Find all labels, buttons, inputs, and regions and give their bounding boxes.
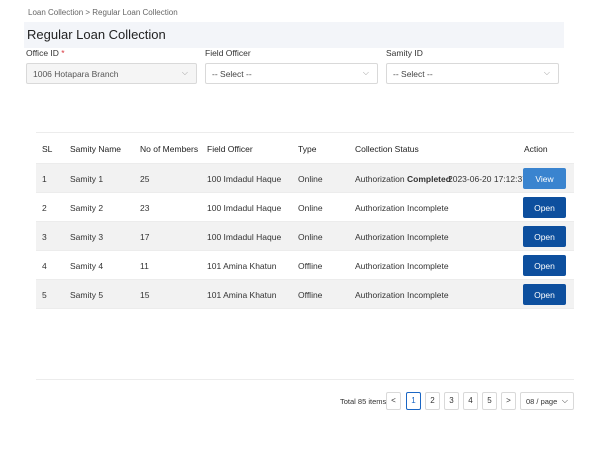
cell-members: 17 [140,232,150,242]
status-prefix: Authorization [355,174,405,184]
samity-id-select[interactable]: -- Select -- ⌵ [386,63,559,84]
cell-samity-name: Samity 2 [70,203,104,213]
page-header: Regular Loan Collection [24,22,564,48]
samity-id-label: Samity ID [386,48,423,58]
chevron-down-icon: ⌵ [362,68,369,77]
cell-type: Online [298,203,323,213]
table-header: SL Samity Name No of Members Field Offic… [36,132,574,164]
samity-table: SL Samity Name No of Members Field Offic… [36,132,574,309]
total-items: Total 85 items [340,397,387,406]
field-officer-label: Field Officer [205,48,251,58]
samity-id-value: -- Select -- [393,69,433,79]
page-size-select[interactable]: 08 / page ⌵ [520,392,574,410]
page-3-button[interactable]: 3 [444,392,459,410]
header-samity-name: Samity Name [70,144,122,154]
cell-field-officer: 100 Imdadul Haque [207,203,282,213]
status-word: Incomplete [407,203,449,213]
status-prefix: Authorization [355,290,405,300]
cell-sl: 3 [42,232,47,242]
field-officer-select[interactable]: -- Select -- ⌵ [205,63,378,84]
cell-type: Online [298,174,323,184]
cell-members: 25 [140,174,150,184]
cell-type: Offline [298,261,323,271]
cell-sl: 5 [42,290,47,300]
chevron-down-icon: ⌵ [561,396,568,405]
status-word: Incomplete [407,261,449,271]
chevron-down-icon: ⌵ [543,68,550,77]
cell-sl: 4 [42,261,47,271]
breadcrumb: Loan Collection > Regular Loan Collectio… [28,8,178,17]
cell-collection-status: Authorization Incomplete [355,290,449,300]
cell-collection-status: Authorization Completed [355,174,451,184]
header-type: Type [298,144,317,154]
cell-field-officer: 100 Imdadul Haque [207,232,282,242]
cell-members: 23 [140,203,150,213]
header-members: No of Members [140,144,199,154]
cell-members: 15 [140,290,150,300]
cell-samity-name: Samity 3 [70,232,104,242]
cell-type: Offline [298,290,323,300]
page-title: Regular Loan Collection [27,27,166,42]
table-row: 1 Samity 1 25 100 Imdadul Haque Online A… [36,164,574,193]
page-1-button[interactable]: 1 [406,392,421,410]
pagination-divider [36,379,574,380]
view-button[interactable]: View [523,168,566,189]
office-id-label: Office ID * [26,48,65,58]
table-row: 2 Samity 2 23 100 Imdadul Haque Online A… [36,193,574,222]
field-officer-value: -- Select -- [212,69,252,79]
page-5-button[interactable]: 5 [482,392,497,410]
cell-members: 11 [140,261,149,271]
table-row: 4 Samity 4 11 101 Amina Khatun Offline A… [36,251,574,280]
open-button[interactable]: Open [523,255,566,276]
chevron-down-icon: ⌵ [181,68,188,77]
cell-sl: 2 [42,203,47,213]
page-2-button[interactable]: 2 [425,392,440,410]
cell-samity-name: Samity 5 [70,290,104,300]
chevron-right-icon: > [506,396,511,405]
office-id-value: 1006 Hotapara Branch [33,69,119,79]
office-id-select[interactable]: 1006 Hotapara Branch ⌵ [26,63,197,84]
next-page-button[interactable]: > [501,392,516,410]
status-prefix: Authorization [355,232,405,242]
status-word: Completed [407,174,451,184]
cell-collection-status: Authorization Incomplete [355,203,449,213]
open-button[interactable]: Open [523,226,566,247]
table-row: 3 Samity 3 17 100 Imdadul Haque Online A… [36,222,574,251]
cell-collection-status: Authorization Incomplete [355,232,449,242]
page-4-button[interactable]: 4 [463,392,478,410]
cell-samity-name: Samity 1 [70,174,104,184]
page-size-value: 08 / page [526,397,558,406]
prev-page-button[interactable]: < [386,392,401,410]
cell-collection-status: Authorization Incomplete [355,261,449,271]
cell-field-officer: 101 Amina Khatun [207,261,277,271]
required-mark: * [61,48,65,58]
header-field-officer: Field Officer [207,144,253,154]
header-collection-status: Collection Status [355,144,419,154]
status-prefix: Authorization [355,203,405,213]
header-action: Action [524,144,548,154]
cell-timestamp: 2023-06-20 17:12:37 [448,174,527,184]
cell-field-officer: 100 Imdadul Haque [207,174,282,184]
header-sl: SL [42,144,53,154]
office-id-label-text: Office ID [26,48,59,58]
chevron-left-icon: < [391,396,396,405]
cell-field-officer: 101 Amina Khatun [207,290,277,300]
status-word: Incomplete [407,290,449,300]
cell-sl: 1 [42,174,47,184]
cell-samity-name: Samity 4 [70,261,104,271]
cell-type: Online [298,232,323,242]
open-button[interactable]: Open [523,284,566,305]
table-row: 5 Samity 5 15 101 Amina Khatun Offline A… [36,280,574,309]
status-word: Incomplete [407,232,449,242]
status-prefix: Authorization [355,261,405,271]
open-button[interactable]: Open [523,197,566,218]
